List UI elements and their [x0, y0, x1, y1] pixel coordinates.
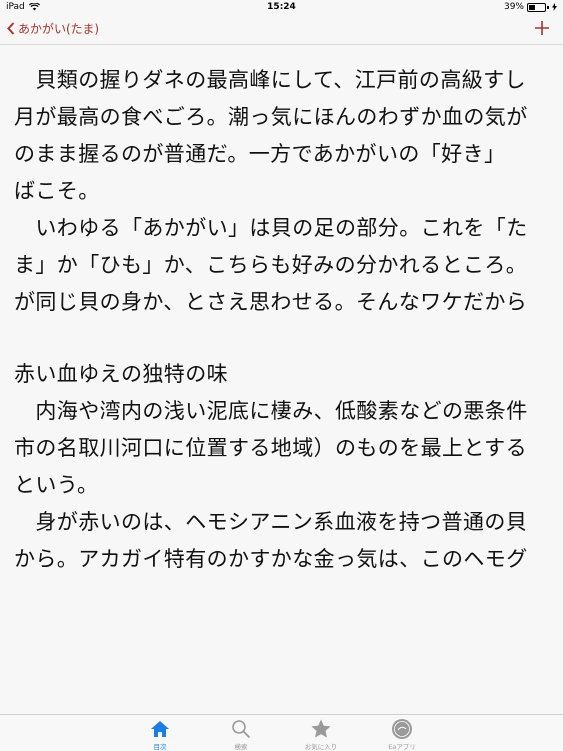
- article-line: ばこそ。: [14, 179, 100, 203]
- battery-icon: [527, 2, 546, 12]
- article-line: が同じ貝の身か、とさえ思わせる。そんなワケだから: [14, 290, 528, 314]
- battery-fill: [529, 4, 535, 10]
- star-icon: [311, 719, 331, 738]
- navigation-bar: あかがい(たま): [0, 16, 563, 45]
- add-button[interactable]: [533, 19, 551, 41]
- back-button-label: あかがい(たま): [18, 22, 100, 36]
- app-logo-icon: [392, 719, 412, 739]
- article-line: から。アカガイ特有のかすかな金っ気は、このヘモグ: [14, 547, 528, 571]
- tab-search[interactable]: 検索: [211, 718, 271, 751]
- article-line: のまま握るのが普通だ。一方であかがいの「好き」: [14, 142, 506, 166]
- back-button[interactable]: あかがい(たま): [7, 20, 99, 37]
- chevron-left-icon: [7, 22, 15, 35]
- charging-bolt-icon: [552, 3, 557, 11]
- tab-ea-app[interactable]: Eaアプリ: [372, 718, 432, 751]
- battery-percent: 39%: [503, 2, 524, 12]
- home-icon: [151, 721, 169, 737]
- status-time: 15:24: [267, 2, 296, 12]
- article-content: 貝類の握りダネの最高峰にして、江戸前の高級すし 月が最高の食べごろ。潮っ気にほん…: [0, 44, 563, 714]
- article-line: ま」か「ひも」か、こちらも好みの分かれるところ。: [14, 253, 528, 277]
- article-line: 市の名取川河口に位置する地域）のものを最上とする: [14, 436, 527, 460]
- article-line: 貝類の握りダネの最高峰にして、江戸前の高級すし: [14, 68, 526, 92]
- tab-favorites[interactable]: お気に入り: [291, 718, 351, 751]
- tab-contents[interactable]: 目次: [130, 718, 190, 751]
- section-heading: 赤い血ゆえの独特の味: [14, 362, 228, 386]
- status-bar: iPad 15:24 39%: [0, 0, 563, 16]
- article-line: 月が最高の食べごろ。潮っ気にほんのわずか血の気が: [14, 105, 528, 129]
- article-line: 内海や湾内の浅い泥底に棲み、低酸素などの悪条件: [14, 399, 528, 423]
- search-icon: [232, 720, 251, 739]
- tab-bar: 目次 検索 お気に入り Eaアプリ: [0, 714, 563, 751]
- article-line: という。: [14, 473, 99, 497]
- article-line: いわゆる「あかがい」は貝の足の部分。これを「た: [14, 216, 528, 240]
- plus-icon: [535, 21, 549, 35]
- article-line: 身が赤いのは、ヘモシアニン系血液を持つ普通の貝: [14, 510, 528, 534]
